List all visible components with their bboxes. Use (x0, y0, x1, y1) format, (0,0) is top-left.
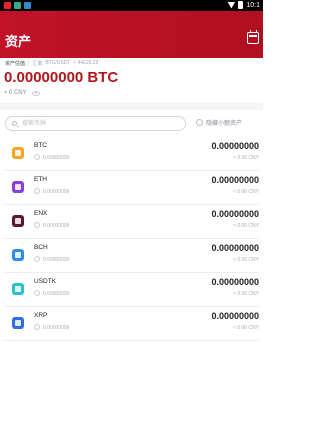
hide-small-toggle[interactable]: 隐藏小额资产 (196, 118, 242, 127)
frozen-amount: 0.00000000 (43, 189, 70, 195)
asset-amount: 0.00000000 (211, 175, 259, 185)
hide-small-label: 隐藏小额资产 (206, 121, 243, 127)
asset-amount: 0.00000000 (211, 141, 259, 151)
asset-cny: ≈ 0.00 CNY (233, 291, 259, 297)
lock-icon (34, 256, 40, 262)
asset-cny: ≈ 0.00 CNY (233, 155, 259, 161)
asset-row-btc[interactable]: BTC 0.00000000 0.00000000 ≈ 0.00 CNY (4, 137, 259, 171)
asset-symbol: BCH (34, 244, 48, 251)
lock-icon (34, 222, 40, 228)
status-bar: 10:1 (0, 0, 263, 11)
asset-symbol: ENX (34, 210, 48, 217)
frozen-amount: 0.00000000 (43, 291, 70, 297)
checkbox-icon[interactable] (196, 119, 203, 126)
notification-icon (14, 2, 21, 9)
valuation-label: 资产估值 (5, 61, 26, 67)
btc-coin-icon (12, 147, 24, 159)
exchange-label: 汇率 (32, 61, 43, 67)
asset-amount: 0.00000000 (211, 243, 259, 253)
eth-coin-icon (12, 181, 24, 193)
page-title: 资产 (5, 34, 32, 49)
clock: 10:1 (246, 1, 260, 9)
asset-row-eth[interactable]: ETH 0.00000000 0.00000000 ≈ 0.00 CNY (4, 171, 259, 205)
frozen-amount: 0.00000000 (43, 155, 70, 161)
asset-symbol: ETH (34, 176, 47, 183)
frozen-amount: 0.00000000 (43, 257, 70, 263)
search-icon (12, 121, 17, 126)
asset-cny: ≈ 0.00 CNY (233, 257, 259, 263)
asset-row-bch[interactable]: BCH 0.00000000 0.00000000 ≈ 0.00 CNY (4, 239, 259, 273)
asset-symbol: USDTK (34, 278, 57, 285)
app-header: 资产 (0, 11, 263, 58)
frozen-amount: 0.00000000 (43, 325, 70, 331)
asset-cny: ≈ 0.00 CNY (233, 189, 259, 195)
notification-icon (24, 2, 31, 9)
usdtk-coin-icon (12, 283, 24, 295)
total-cny: ≈ 0 CNY (4, 90, 27, 96)
asset-symbol: XRP (34, 312, 48, 319)
pair-price: ≈ 44229.23 (73, 60, 99, 66)
app-notification-icon (4, 2, 11, 9)
eye-icon[interactable] (31, 90, 40, 96)
asset-row-xrp[interactable]: XRP 0.00000000 0.00000000 ≈ 0.00 CNY (4, 307, 259, 341)
lock-icon (34, 188, 40, 194)
asset-amount: 0.00000000 (211, 311, 259, 321)
valuation-row: 资产估值 | 汇率 BTC/USDT ≈ 44229.23 (5, 60, 98, 67)
total-balance: 0.00000000 BTC (4, 69, 119, 86)
status-icons-left (4, 2, 31, 9)
section-divider (0, 103, 263, 110)
xrp-coin-icon (12, 317, 24, 329)
wifi-icon (227, 1, 236, 9)
asset-row-enx[interactable]: ENX 0.00000000 0.00000000 ≈ 0.00 CNY (4, 205, 259, 239)
calendar-icon[interactable] (247, 30, 259, 44)
search-input[interactable] (22, 119, 182, 129)
battery-icon (238, 1, 244, 9)
frozen-amount: 0.00000000 (43, 223, 70, 229)
lock-icon (34, 290, 40, 296)
asset-cny: ≈ 0.00 CNY (233, 325, 259, 331)
asset-amount: 0.00000000 (211, 209, 259, 219)
enx-coin-icon (12, 215, 24, 227)
asset-row-usdtk[interactable]: USDTK 0.00000000 0.00000000 ≈ 0.00 CNY (4, 273, 259, 307)
status-icons-right: 10:1 (227, 1, 260, 9)
pair-label: BTC/USDT (45, 60, 71, 66)
asset-symbol: BTC (34, 142, 47, 149)
asset-amount: 0.00000000 (211, 277, 259, 287)
search-box[interactable] (5, 116, 186, 131)
divider: | (28, 60, 30, 66)
lock-icon (34, 154, 40, 160)
bch-coin-icon (12, 249, 24, 261)
lock-icon (34, 324, 40, 330)
asset-cny: ≈ 0.00 CNY (233, 223, 259, 229)
total-cny-row: ≈ 0 CNY (4, 90, 40, 96)
